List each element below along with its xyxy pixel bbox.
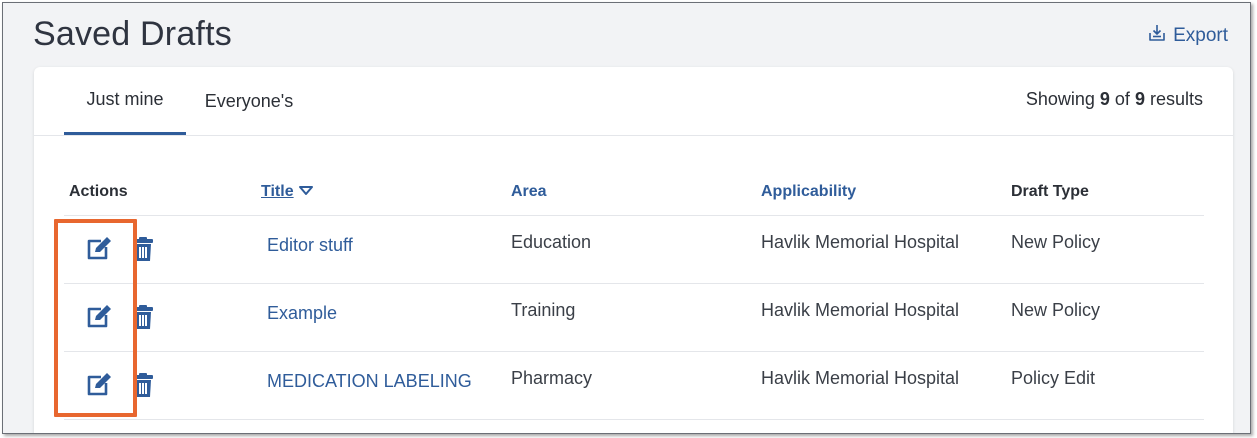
table-header-row: Actions Title Area Applicability Draft T… <box>64 169 1204 216</box>
edit-icon[interactable] <box>84 372 114 398</box>
results-suffix: results <box>1149 89 1203 109</box>
table-row: Editor stuff Education Havlik Memorial H… <box>64 215 1204 284</box>
drafts-card: Just mine Everyone's Showing 9 of 9 resu… <box>34 67 1233 433</box>
export-icon <box>1147 23 1167 49</box>
results-of: of <box>1114 89 1130 109</box>
draft-title-link[interactable]: Editor stuff <box>261 216 511 256</box>
area-value: Training <box>511 300 576 320</box>
tabs-bar: Just mine Everyone's Showing 9 of 9 resu… <box>34 67 1233 136</box>
edit-icon[interactable] <box>84 236 114 262</box>
title-cell: Editor stuff <box>261 215 511 284</box>
actions-cell <box>64 283 261 352</box>
actions-cell <box>64 351 261 420</box>
trash-icon[interactable] <box>132 304 154 330</box>
area-cell: Pharmacy <box>511 351 761 420</box>
app-frame: Saved Drafts Export Just mine Everyone's… <box>2 2 1251 434</box>
header-actions: Actions <box>64 169 261 216</box>
header-draft-type: Draft Type <box>1011 169 1204 216</box>
applicability-cell: Havlik Memorial Hospital <box>761 283 1011 352</box>
page-title: Saved Drafts <box>33 15 232 53</box>
draft-type-value: New Policy <box>1011 232 1101 252</box>
trash-icon[interactable] <box>132 236 154 262</box>
area-value: Education <box>511 232 592 252</box>
export-button[interactable]: Export <box>1147 23 1228 49</box>
actions-cell <box>64 215 261 284</box>
export-label: Export <box>1173 25 1228 46</box>
applicability-value: Havlik Memorial Hospital <box>761 300 960 320</box>
header-area[interactable]: Area <box>511 169 761 216</box>
trash-icon[interactable] <box>132 372 154 398</box>
draft-type-value: New Policy <box>1011 300 1101 320</box>
table-row: Example Training Havlik Memorial Hospita… <box>64 283 1204 352</box>
results-count: Showing 9 of 9 results <box>1026 89 1203 110</box>
draft-type-value: Policy Edit <box>1011 368 1096 388</box>
header-applicability[interactable]: Applicability <box>761 169 1011 216</box>
applicability-cell: Havlik Memorial Hospital <box>761 215 1011 284</box>
draft-type-cell: Policy Edit <box>1011 351 1204 420</box>
tab-label: Everyone's <box>204 90 294 111</box>
results-prefix: Showing <box>1025 89 1095 109</box>
title-cell: Example <box>261 283 511 352</box>
title-sort-button[interactable]: Title <box>261 183 314 201</box>
sort-desc-icon <box>298 183 314 201</box>
tab-everyones[interactable]: Everyone's <box>194 67 304 135</box>
area-cell: Training <box>511 283 761 352</box>
tab-just-mine[interactable]: Just mine <box>64 67 186 135</box>
title-cell: MEDICATION LABELING <box>261 351 511 420</box>
draft-type-cell: New Policy <box>1011 215 1204 284</box>
applicability-cell: Havlik Memorial Hospital <box>761 351 1011 420</box>
tab-label: Just mine <box>86 89 164 109</box>
edit-icon[interactable] <box>84 304 114 330</box>
area-value: Pharmacy <box>511 368 593 388</box>
results-shown: 9 <box>1099 89 1110 109</box>
area-cell: Education <box>511 215 761 284</box>
table-row: MEDICATION LABELING Pharmacy Havlik Memo… <box>64 351 1204 420</box>
applicability-value: Havlik Memorial Hospital <box>761 368 960 388</box>
draft-title-link[interactable]: MEDICATION LABELING <box>261 352 511 392</box>
draft-title-link[interactable]: Example <box>261 284 511 324</box>
applicability-value: Havlik Memorial Hospital <box>761 232 960 252</box>
header-title[interactable]: Title <box>261 169 511 216</box>
header-title-label: Title <box>261 183 294 200</box>
results-total: 9 <box>1134 89 1145 109</box>
draft-type-cell: New Policy <box>1011 283 1204 352</box>
drafts-table: Actions Title Area Applicability Draft T… <box>64 169 1204 420</box>
